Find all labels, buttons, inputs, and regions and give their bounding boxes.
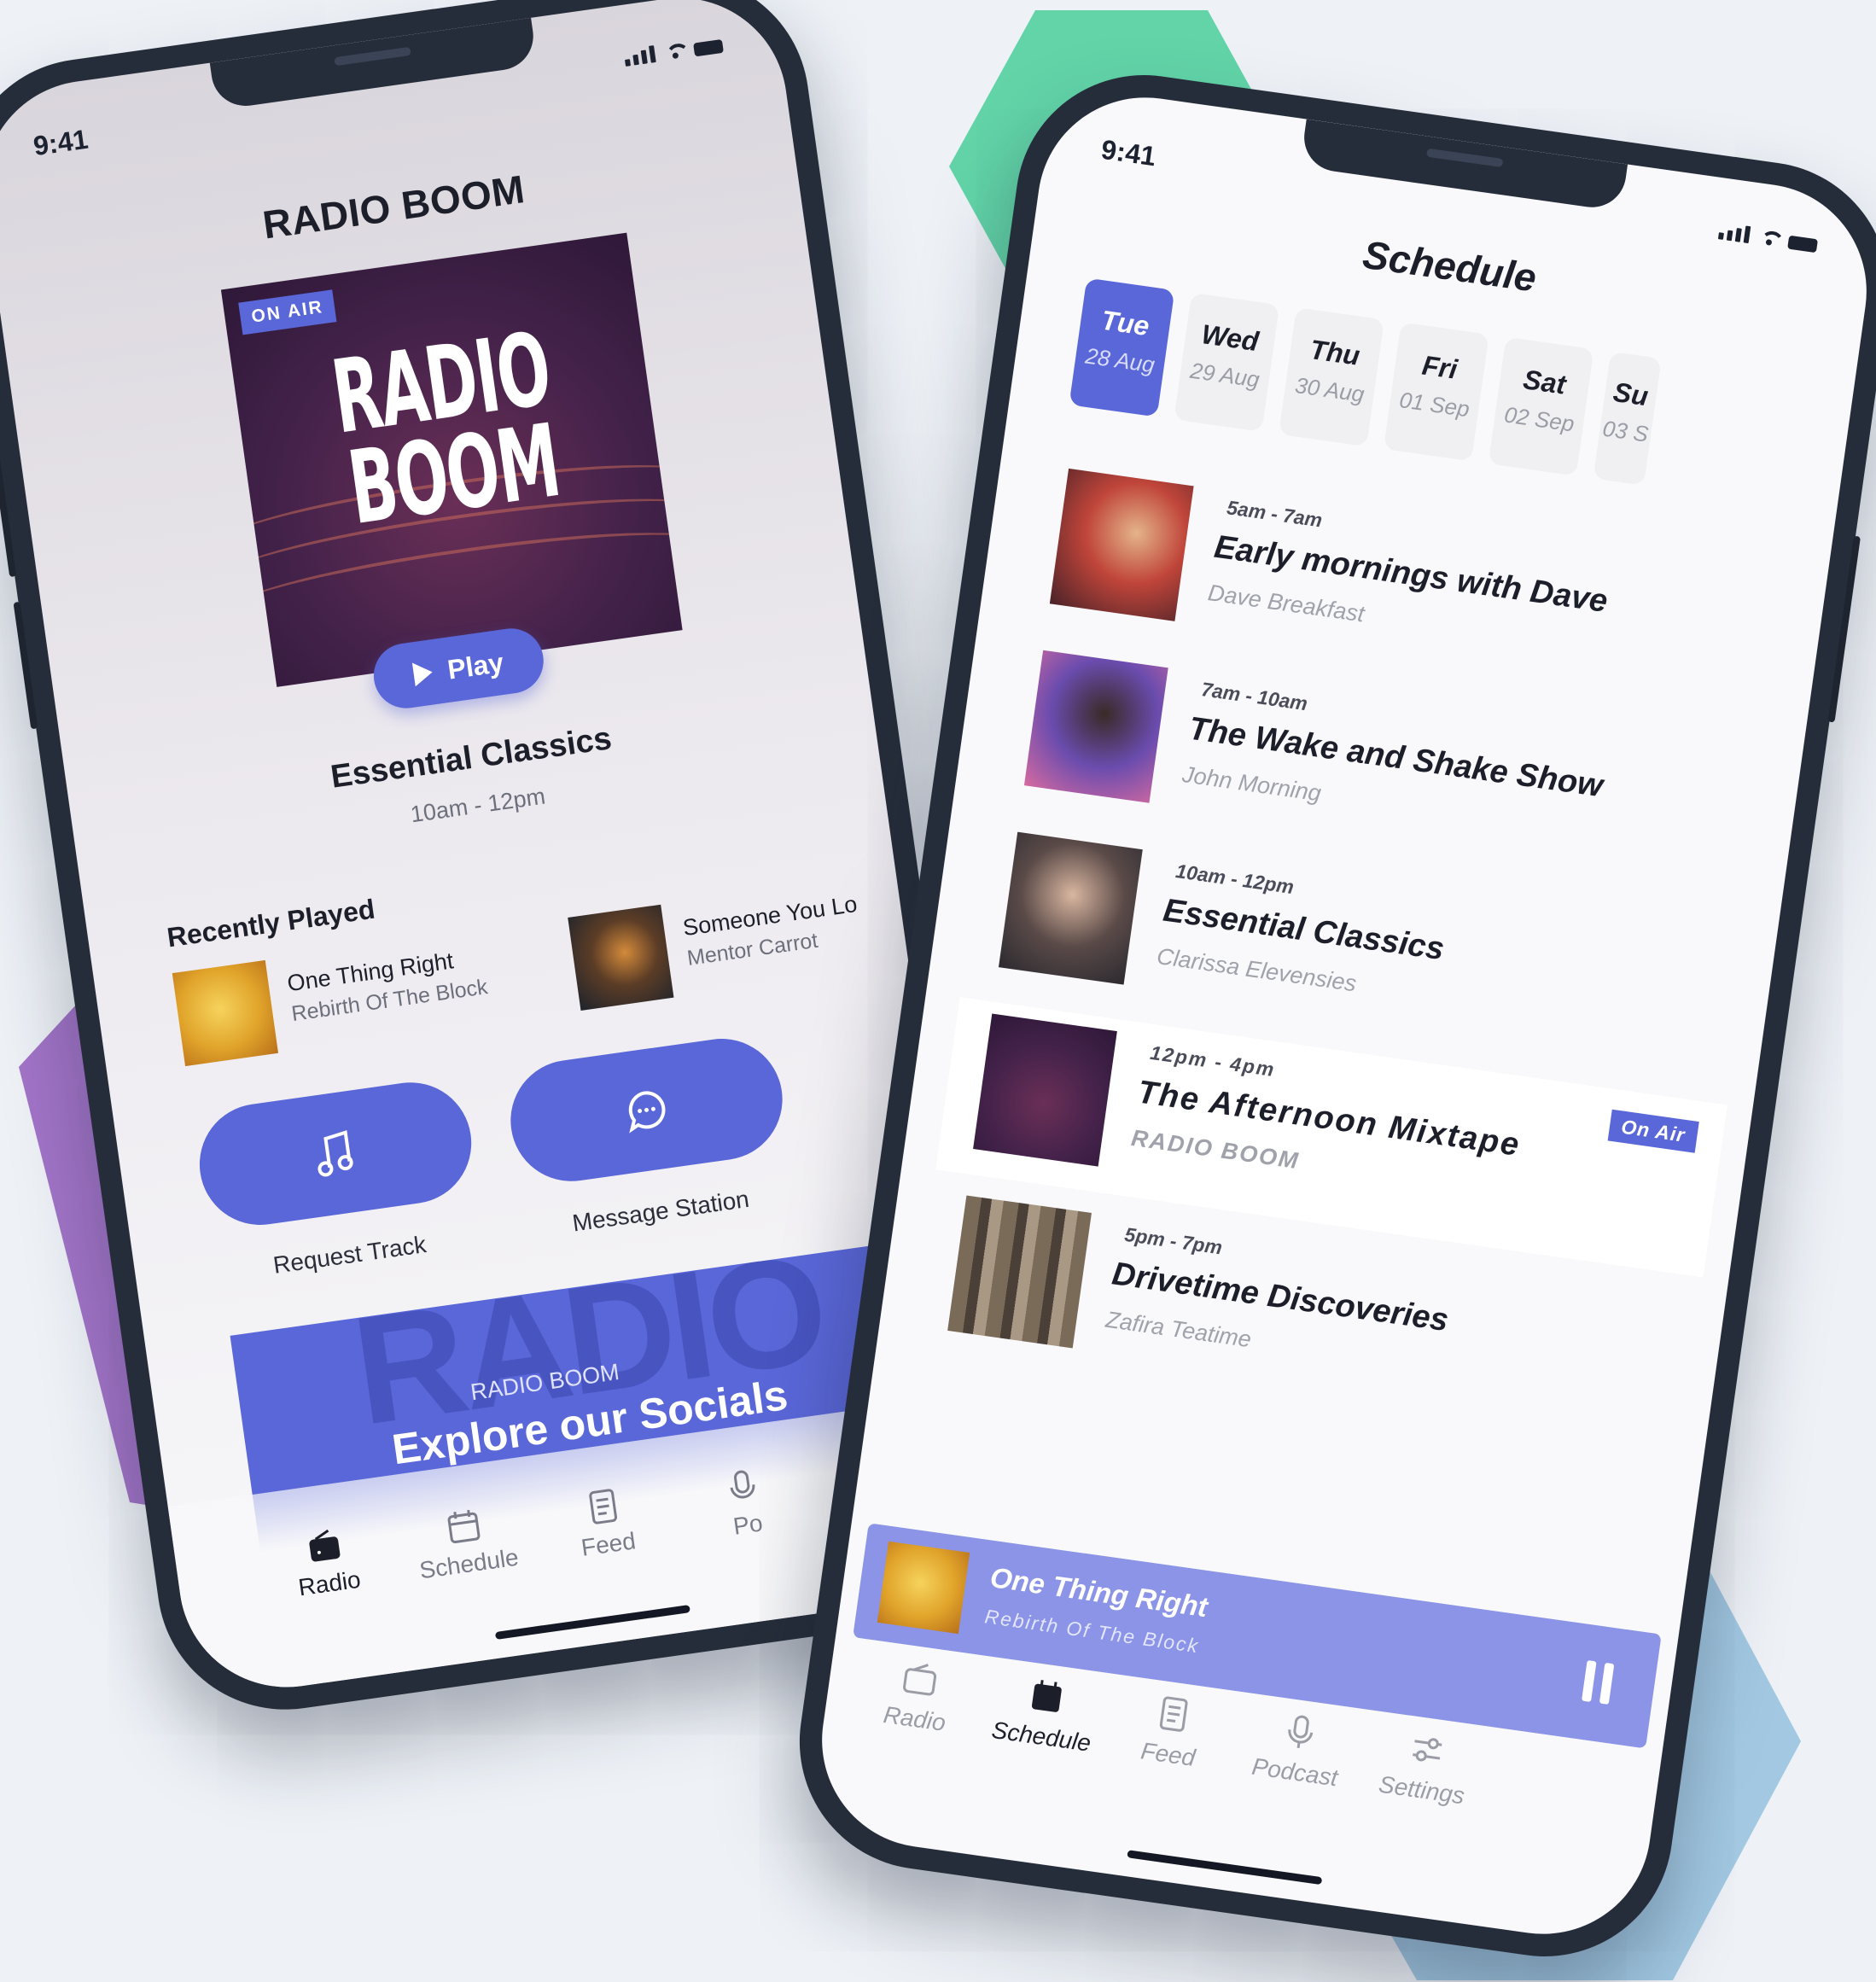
track-art bbox=[172, 959, 279, 1067]
power-button bbox=[1827, 535, 1861, 723]
tab-podcast[interactable]: Podcast bbox=[1230, 1705, 1367, 1795]
station-art bbox=[973, 1013, 1117, 1167]
signal-icon bbox=[623, 45, 656, 67]
tab-settings[interactable]: Settings bbox=[1356, 1723, 1494, 1813]
programme-time: 5am - 7am bbox=[1225, 496, 1324, 532]
track-art bbox=[877, 1541, 970, 1635]
microphone-icon bbox=[722, 1466, 762, 1507]
notch bbox=[209, 17, 538, 111]
home-indicator bbox=[1127, 1850, 1323, 1886]
play-icon bbox=[411, 660, 434, 687]
programme-time: 7am - 10am bbox=[1199, 678, 1309, 715]
day-fri[interactable]: Fri 01 Sep bbox=[1383, 322, 1489, 462]
tab-podcast[interactable]: Po bbox=[677, 1460, 813, 1548]
day-thu[interactable]: Thu 30 Aug bbox=[1279, 307, 1384, 447]
tab-schedule[interactable]: Schedule bbox=[976, 1669, 1113, 1759]
status-time: 9:41 bbox=[1099, 133, 1158, 172]
programme-host: Dave Breakfast bbox=[1206, 580, 1366, 627]
day-wed[interactable]: Wed 29 Aug bbox=[1174, 292, 1280, 432]
radio-icon bbox=[304, 1525, 344, 1565]
wifi-icon bbox=[662, 41, 687, 61]
recently-played-heading: Recently Played bbox=[165, 893, 377, 953]
day-sun[interactable]: Su 03 S bbox=[1593, 351, 1662, 486]
status-icons bbox=[623, 36, 724, 67]
volume-up-button bbox=[0, 449, 17, 578]
status-icons bbox=[1717, 222, 1819, 254]
tab-feed[interactable]: Feed bbox=[1103, 1687, 1240, 1777]
app-title: RADIO BOOM bbox=[259, 166, 528, 248]
message-station-button[interactable] bbox=[503, 1030, 790, 1189]
microphone-icon bbox=[1279, 1711, 1322, 1753]
notch bbox=[1299, 119, 1628, 212]
programme-host: John Morning bbox=[1180, 761, 1323, 807]
music-note-icon bbox=[318, 1130, 353, 1177]
cover-title: RADIO BOOM bbox=[325, 309, 566, 547]
chat-bubble-icon bbox=[628, 1091, 666, 1134]
track-art bbox=[568, 904, 674, 1011]
tab-radio[interactable]: Radio bbox=[259, 1519, 395, 1606]
recent-track-item[interactable]: One Thing Right Rebirth Of The Block bbox=[172, 930, 492, 1067]
on-air-badge: ON AIR bbox=[238, 289, 337, 335]
calendar-icon bbox=[444, 1506, 484, 1546]
programme-time: 10am - 12pm bbox=[1174, 860, 1296, 899]
host-photo bbox=[1023, 650, 1168, 803]
programme-host: RADIO BOOM bbox=[1129, 1124, 1302, 1175]
status-time: 9:41 bbox=[31, 123, 90, 162]
tab-feed[interactable]: Feed bbox=[537, 1480, 673, 1567]
battery-icon bbox=[693, 38, 724, 57]
feed-icon bbox=[583, 1486, 623, 1526]
feed-icon bbox=[1152, 1693, 1195, 1735]
programme-time: 5pm - 7pm bbox=[1123, 1222, 1224, 1259]
tab-schedule[interactable]: Schedule bbox=[398, 1500, 534, 1587]
sliders-icon bbox=[1406, 1728, 1448, 1771]
host-photo bbox=[1049, 468, 1194, 621]
host-photo bbox=[947, 1195, 1092, 1349]
tab-radio[interactable]: Radio bbox=[849, 1651, 987, 1741]
play-label: Play bbox=[445, 646, 506, 685]
host-photo bbox=[998, 831, 1143, 985]
pause-icon[interactable] bbox=[1582, 1659, 1615, 1705]
day-tue[interactable]: Tue 28 Aug bbox=[1069, 277, 1175, 417]
request-track-label: Request Track bbox=[271, 1231, 428, 1279]
day-selector: Tue 28 Aug Wed 29 Aug Thu 30 Aug Fri 01 Sep … bbox=[1069, 277, 1662, 486]
battery-icon bbox=[1787, 235, 1818, 254]
signal-icon bbox=[1717, 222, 1751, 244]
wifi-icon bbox=[1757, 228, 1781, 248]
day-sat[interactable]: Sat 02 Sep bbox=[1488, 336, 1594, 476]
station-cover-art: ON AIR RADIO BOOM bbox=[220, 232, 683, 687]
on-air-badge: On Air bbox=[1607, 1109, 1699, 1153]
radio-icon bbox=[899, 1658, 941, 1700]
request-track-button[interactable] bbox=[191, 1075, 480, 1233]
programme-host: Zafira Teatime bbox=[1104, 1306, 1253, 1353]
message-station-label: Message Station bbox=[570, 1185, 751, 1237]
calendar-icon bbox=[1026, 1675, 1069, 1717]
recent-track-item[interactable]: Someone You Lo Mentor Carrot bbox=[568, 877, 866, 1011]
programme-time: 12pm - 4pm bbox=[1149, 1041, 1278, 1081]
volume-down-button bbox=[13, 601, 38, 730]
